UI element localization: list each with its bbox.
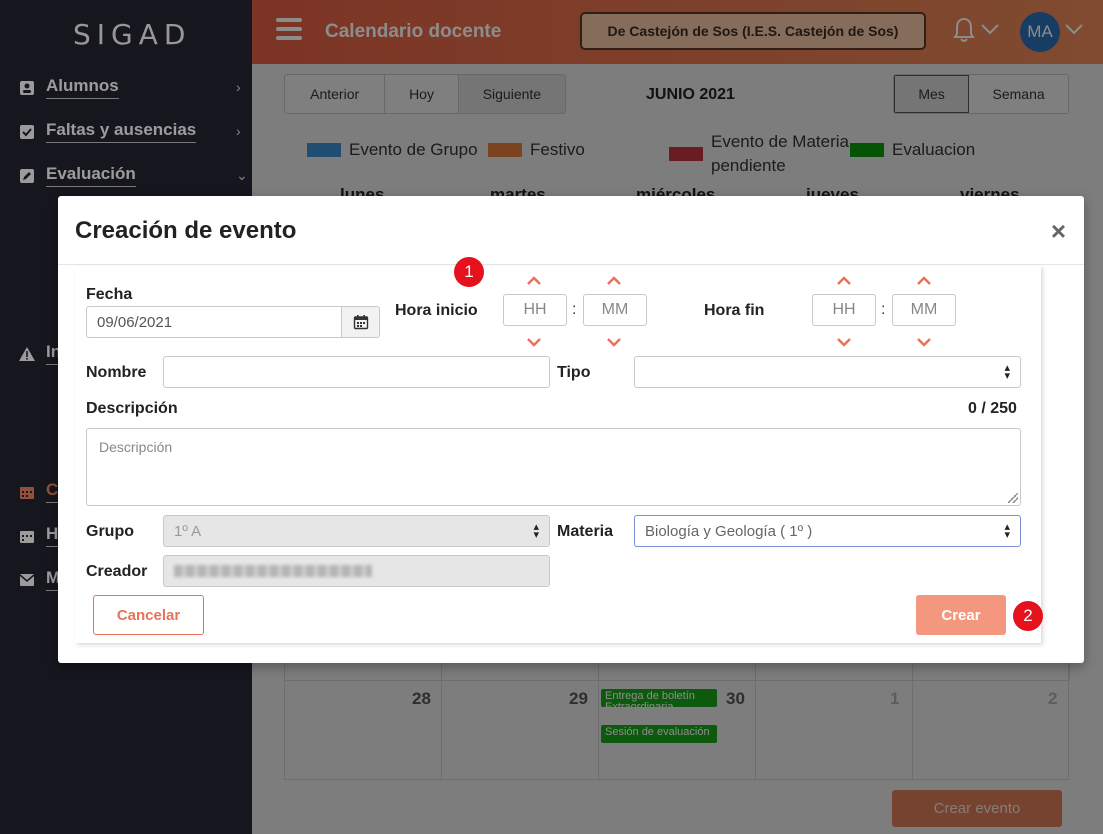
descripcion-label: Descripción (86, 400, 178, 417)
hora-fin-hh-input[interactable]: HH (812, 294, 876, 326)
select-arrows-icon: ▴ ▾ (533, 521, 539, 541)
hora-inicio-label: Hora inicio (395, 302, 478, 319)
calendar-icon[interactable] (342, 306, 380, 338)
grupo-label: Grupo (86, 523, 134, 540)
nombre-input[interactable] (163, 356, 550, 388)
descripcion-textarea[interactable]: Descripción (86, 428, 1021, 506)
redacted-name (174, 565, 372, 577)
select-arrows-icon: ▴ ▾ (1004, 362, 1010, 382)
chevron-up-icon[interactable] (837, 272, 851, 288)
materia-value: Biología y Geología ( 1º ) (645, 522, 813, 540)
annotation-badge: 2 (1013, 601, 1043, 631)
grupo-select[interactable]: 1º A ▴ ▾ (163, 515, 550, 547)
fecha-input[interactable]: 09/06/2021 (86, 306, 342, 338)
annotation-badge: 1 (454, 257, 484, 287)
resize-handle-icon[interactable] (1008, 493, 1018, 503)
create-event-modal: Creación de evento × Fecha 09/06/2021 Ho… (58, 196, 1084, 663)
hora-inicio-mm-input[interactable]: MM (583, 294, 647, 326)
time-separator: : (572, 301, 577, 318)
nombre-label: Nombre (86, 364, 147, 381)
hora-inicio-hh-input[interactable]: HH (503, 294, 567, 326)
tipo-label: Tipo (557, 364, 591, 381)
creador-field (163, 555, 550, 587)
select-arrows-icon: ▴ ▾ (1004, 521, 1010, 541)
creador-label: Creador (86, 563, 148, 580)
chevron-up-icon[interactable] (527, 272, 541, 288)
grupo-value: 1º A (174, 522, 202, 540)
chevron-up-icon[interactable] (917, 272, 931, 288)
hora-fin-mm-input[interactable]: MM (892, 294, 956, 326)
close-icon[interactable]: × (1051, 216, 1066, 247)
tipo-select[interactable]: ▴ ▾ (634, 356, 1021, 388)
chevron-down-icon[interactable] (527, 334, 541, 350)
hora-fin-label: Hora fin (704, 302, 765, 319)
fecha-label: Fecha (86, 286, 133, 303)
char-counter: 0 / 250 (968, 400, 1017, 417)
materia-select[interactable]: Biología y Geología ( 1º ) ▴ ▾ (634, 515, 1021, 547)
create-button[interactable]: Crear (916, 595, 1006, 635)
materia-label: Materia (557, 523, 614, 540)
chevron-down-icon[interactable] (837, 334, 851, 350)
chevron-down-icon[interactable] (917, 334, 931, 350)
descripcion-placeholder: Descripción (99, 439, 173, 455)
time-separator: : (881, 301, 886, 318)
modal-title: Creación de evento (75, 217, 297, 244)
chevron-up-icon[interactable] (607, 272, 621, 288)
divider (58, 264, 1084, 265)
chevron-down-icon[interactable] (607, 334, 621, 350)
cancel-button[interactable]: Cancelar (93, 595, 204, 635)
event-form: Fecha 09/06/2021 Hora inicio 1 HH : MM H… (75, 257, 1043, 643)
